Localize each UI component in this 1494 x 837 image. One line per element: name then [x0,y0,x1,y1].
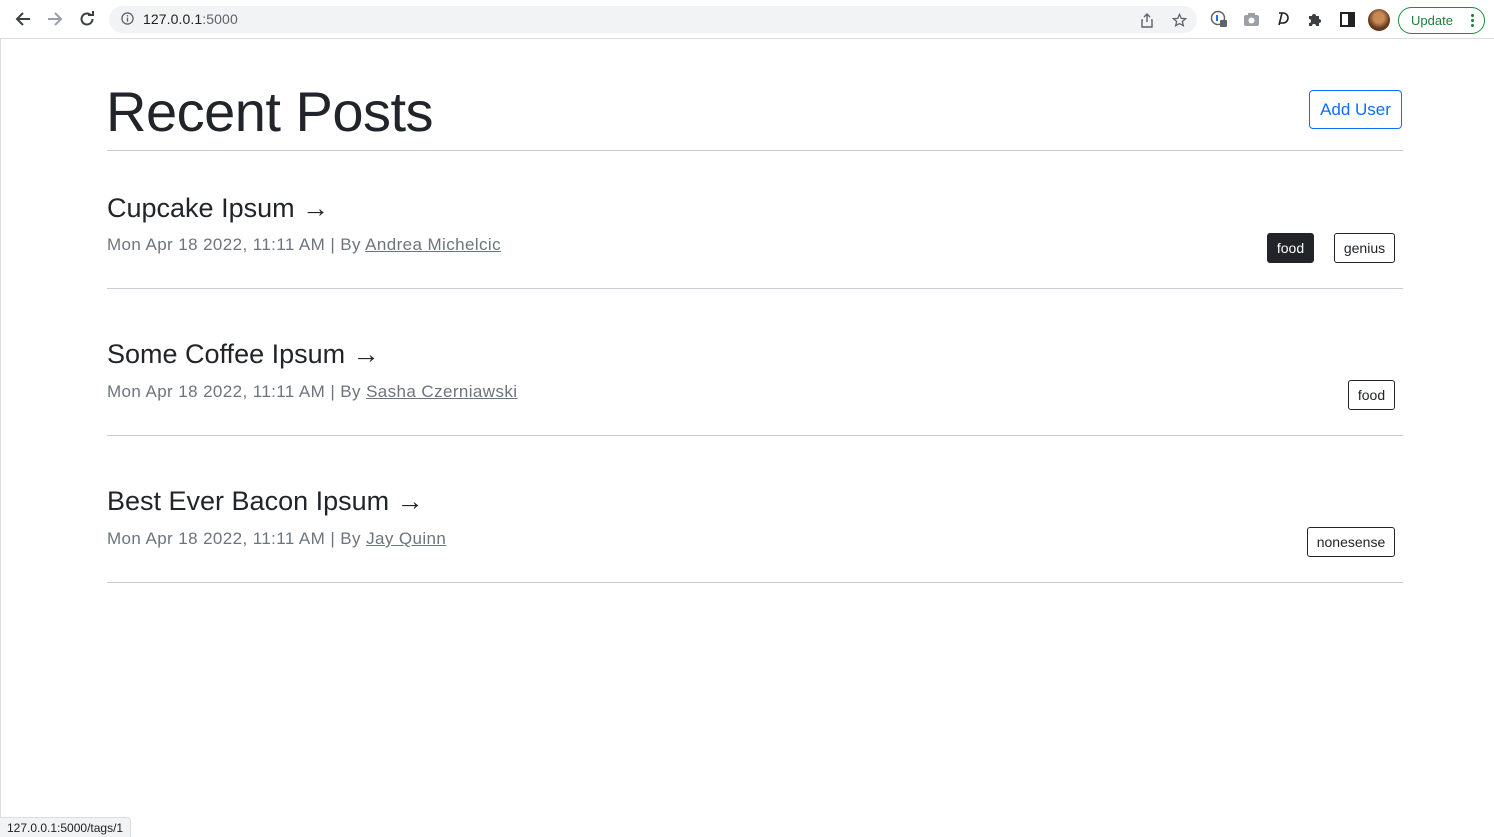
post-date: Mon Apr 18 2022, 11:11 AM | By [107,382,367,401]
add-user-button[interactable]: Add User [1309,90,1402,129]
post-meta: Mon Apr 18 2022, 11:11 AM | By Sasha Cze… [107,381,517,403]
post-title-link[interactable]: Best Ever Bacon Ipsum → [107,485,424,517]
address-bar[interactable]: 127.0.0.1:5000 [109,6,1197,33]
puzzle-icon[interactable] [1305,9,1325,29]
tag-food[interactable]: food [1348,380,1395,410]
post-title-link[interactable]: Some Coffee Ipsum → [107,338,380,370]
extension-key-icon[interactable] [1209,9,1229,29]
post-date: Mon Apr 18 2022, 11:11 AM | By [107,235,366,254]
post-divider [107,582,1403,583]
url-port: :5000 [202,11,238,27]
star-icon[interactable] [1170,11,1188,29]
post-divider [107,288,1403,289]
post-meta: Mon Apr 18 2022, 11:11 AM | By Andrea Mi… [107,234,501,256]
reload-icon[interactable] [76,8,98,30]
window-edge [0,39,1,837]
post-title-link[interactable]: Cupcake Ipsum → [107,192,329,224]
page-title: Recent Posts [106,80,434,143]
update-button[interactable]: Update [1398,7,1485,34]
tag-genius[interactable]: genius [1334,233,1395,263]
browser-toolbar: 127.0.0.1:5000 Update [0,0,1494,39]
author-link[interactable]: Sasha Czerniawski [366,382,517,401]
status-bar-url: 127.0.0.1:5000/tags/1 [0,817,132,837]
author-link[interactable]: Jay Quinn [366,529,446,548]
author-link[interactable]: Andrea Michelcic [365,235,501,254]
share-icon[interactable] [1138,11,1156,29]
info-icon[interactable] [121,12,134,30]
update-label: Update [1411,13,1453,28]
post-meta: Mon Apr 18 2022, 11:11 AM | By Jay Quinn [107,528,446,550]
post-date: Mon Apr 18 2022, 11:11 AM | By [107,529,367,548]
profile-avatar[interactable] [1368,9,1390,31]
side-panel-icon[interactable] [1337,9,1357,29]
url-text: 127.0.0.1:5000 [143,11,238,27]
url-host: 127.0.0.1 [143,11,203,27]
tag-food[interactable]: food [1267,233,1314,263]
camera-icon[interactable] [1241,9,1261,29]
back-icon[interactable] [12,8,34,30]
title-divider [107,150,1403,151]
post-divider [107,435,1403,436]
dark-reader-icon[interactable] [1273,9,1293,29]
more-icon[interactable] [1471,14,1474,29]
tag-nonesense[interactable]: nonesense [1307,527,1395,557]
forward-icon[interactable] [44,8,66,30]
